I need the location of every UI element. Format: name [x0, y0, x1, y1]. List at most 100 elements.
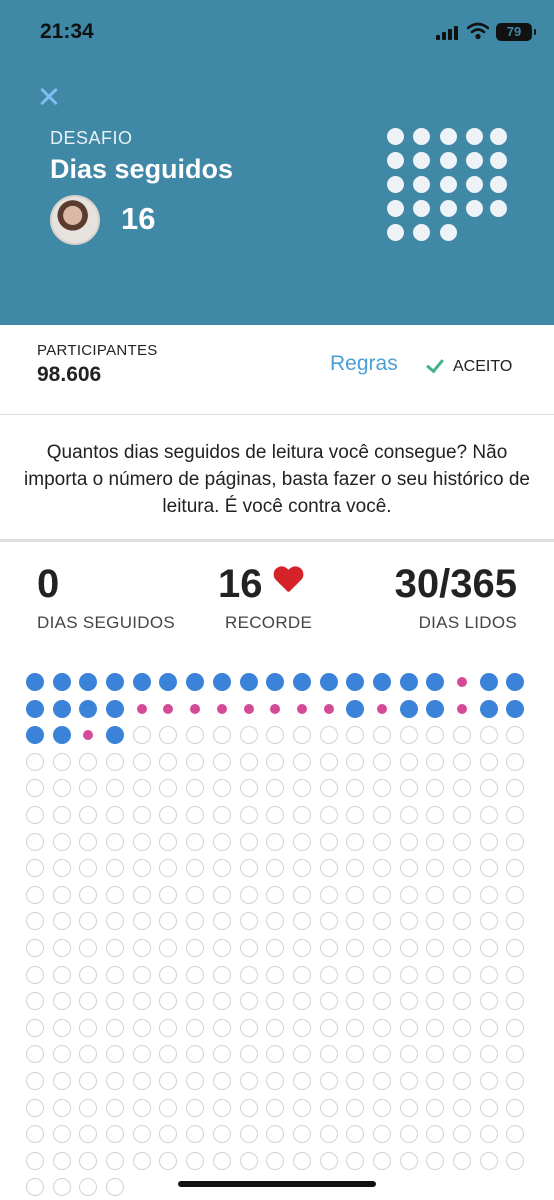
calendar-day-future — [186, 726, 205, 745]
calendar-day-future — [159, 1151, 178, 1170]
calendar-day-future — [399, 726, 418, 745]
calendar-day-future — [52, 832, 71, 851]
calendar-day-future — [26, 1125, 44, 1144]
calendar-day-future — [399, 1071, 418, 1090]
calendar-day-future — [346, 1071, 365, 1090]
calendar-day-future — [132, 1125, 151, 1144]
calendar-day-future — [292, 938, 311, 957]
calendar-day-future — [506, 912, 525, 931]
calendar-day-future — [132, 1071, 151, 1090]
calendar-day-read — [479, 699, 498, 718]
calendar-day-read — [79, 673, 98, 691]
calendar-day-future — [319, 859, 338, 878]
calendar-day-future — [106, 938, 125, 957]
calendar-day-future — [159, 1045, 178, 1064]
calendar-day-future — [186, 1045, 205, 1064]
calendar-day-future — [292, 859, 311, 878]
calendar-day-future — [319, 1125, 338, 1144]
home-indicator[interactable] — [178, 1181, 376, 1187]
calendar-day-future — [79, 885, 98, 904]
calendar-day-future — [453, 965, 471, 984]
calendar-day-future — [399, 752, 418, 771]
calendar-day-future — [159, 832, 178, 851]
calendar-day-future — [132, 832, 151, 851]
calendar-day-future — [506, 992, 525, 1011]
calendar-day-future — [212, 805, 231, 824]
calendar-day-future — [186, 1125, 205, 1144]
calendar-day-future — [292, 1018, 311, 1037]
calendar-day-future — [346, 1045, 365, 1064]
calendar-day-future — [479, 779, 498, 798]
current-streak-label: DIAS SEGUIDOS — [37, 613, 176, 632]
calendar-day-future — [79, 805, 98, 824]
calendar-day-future — [212, 726, 231, 745]
calendar-day-future — [266, 1098, 285, 1117]
calendar-day-future — [52, 885, 71, 904]
calendar-day-future — [426, 859, 445, 878]
calendar-day-future — [346, 885, 365, 904]
calendar-day-future — [399, 832, 418, 851]
calendar-day-future — [186, 992, 205, 1011]
accepted-status[interactable]: ACEITO — [427, 355, 512, 376]
calendar-day-future — [453, 805, 471, 824]
calendar-day-future — [372, 805, 391, 824]
calendar-day-read — [26, 673, 44, 691]
calendar-day-future — [26, 885, 44, 904]
calendar-day-future — [266, 752, 285, 771]
calendar-day-read — [52, 673, 71, 691]
calendar-day-future — [212, 779, 231, 798]
calendar-day-future — [52, 805, 71, 824]
calendar-day-future — [266, 1018, 285, 1037]
calendar-day-future — [132, 885, 151, 904]
calendar-day-future — [506, 779, 525, 798]
calendar-day-read — [52, 699, 71, 718]
calendar-day-future — [292, 1151, 311, 1170]
calendar-day-future — [52, 1071, 71, 1090]
calendar-day-read — [106, 699, 125, 718]
calendar-day-read — [479, 673, 498, 691]
calendar-day-future — [346, 1125, 365, 1144]
rules-link[interactable]: Regras — [330, 352, 398, 376]
calendar-day-future — [319, 938, 338, 957]
calendar-day-future — [399, 938, 418, 957]
calendar-day-future — [132, 726, 151, 745]
calendar-day-future — [506, 938, 525, 957]
calendar-day-future — [52, 912, 71, 931]
stat-current-streak: 0 DIAS SEGUIDOS — [37, 562, 175, 633]
calendar-day-future — [79, 912, 98, 931]
calendar-day-future — [79, 1178, 98, 1197]
calendar-day-future — [52, 1125, 71, 1144]
divider — [0, 539, 554, 542]
calendar-day-read — [399, 699, 418, 718]
calendar-day-future — [212, 752, 231, 771]
calendar-day-future — [26, 965, 44, 984]
calendar-day-future — [106, 992, 125, 1011]
calendar-day-read — [159, 673, 178, 691]
calendar-day-future — [319, 779, 338, 798]
avatar[interactable] — [50, 195, 100, 245]
close-icon[interactable] — [34, 82, 64, 112]
calendar-day-future — [479, 1071, 498, 1090]
calendar-day-future — [266, 965, 285, 984]
calendar-day-future — [239, 805, 258, 824]
calendar-day-future — [52, 779, 71, 798]
calendar-day-future — [506, 1018, 525, 1037]
calendar-day-future — [159, 1018, 178, 1037]
calendar-day-future — [186, 1151, 205, 1170]
calendar-day-read — [26, 726, 44, 745]
calendar-day-missed — [186, 700, 204, 718]
calendar-day-missed — [240, 700, 258, 718]
calendar-day-future — [292, 1071, 311, 1090]
calendar-day-future — [212, 1125, 231, 1144]
calendar-day-future — [26, 1178, 44, 1197]
calendar-day-future — [319, 1045, 338, 1064]
calendar-day-future — [186, 938, 205, 957]
calendar-day-future — [266, 779, 285, 798]
calendar-day-future — [266, 1071, 285, 1090]
calendar-day-future — [266, 992, 285, 1011]
calendar-day-missed — [213, 700, 231, 718]
calendar-day-future — [186, 912, 205, 931]
calendar-day-future — [132, 1045, 151, 1064]
calendar-day-future — [79, 779, 98, 798]
calendar-day-future — [106, 965, 125, 984]
